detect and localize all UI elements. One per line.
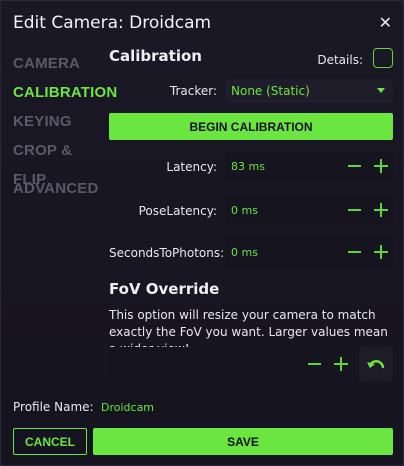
undo-icon <box>367 360 385 369</box>
nav-item-advanced[interactable]: ADVANCED <box>13 174 103 203</box>
plus-icon[interactable] <box>334 357 348 371</box>
dialog-title: Edit Camera: Droidcam <box>13 13 212 33</box>
fov-stepper <box>308 352 348 376</box>
profile-name-value: Droidcam <box>101 401 155 414</box>
pose-latency-label: PoseLatency: <box>138 204 217 218</box>
latency-value: 83 ms <box>231 160 265 173</box>
latency-label: Latency: <box>166 160 217 174</box>
pose-latency-field[interactable]: 0 ms <box>225 195 393 225</box>
profile-name-input[interactable]: Droidcam <box>93 392 393 422</box>
details-label: Details: <box>317 53 363 67</box>
seconds-to-photons-field[interactable]: 0 ms <box>225 237 393 267</box>
seconds-to-photons-stepper <box>348 240 388 264</box>
tracker-label: Tracker: <box>169 84 217 98</box>
plus-icon[interactable] <box>374 159 388 173</box>
seconds-to-photons-label: SecondsToPhotons: <box>109 246 225 260</box>
close-icon[interactable]: ✕ <box>379 13 392 32</box>
reset-fov-button[interactable] <box>359 347 393 381</box>
begin-calibration-button[interactable]: BEGIN CALIBRATION <box>109 113 393 140</box>
latency-field[interactable]: 83 ms <box>225 151 393 181</box>
tracker-value: None (Static) <box>231 84 310 98</box>
sidebar-nav: CAMERA CALIBRATION KEYING CROP & FLIP AD… <box>13 49 117 203</box>
tracker-select[interactable]: None (Static) <box>225 79 393 103</box>
seconds-to-photons-value: 0 ms <box>231 246 258 259</box>
fov-override-title: FoV Override <box>109 280 220 298</box>
nav-item-calibration[interactable]: CALIBRATION <box>13 78 117 107</box>
nav-item-camera[interactable]: CAMERA <box>13 49 103 78</box>
nav-item-crop-flip[interactable]: CROP & FLIP <box>13 136 103 188</box>
nav-item-keying[interactable]: KEYING <box>13 107 103 136</box>
save-button[interactable]: SAVE <box>93 428 393 455</box>
calibration-header: Calibration Details: <box>109 47 393 71</box>
edit-camera-dialog: Edit Camera: Droidcam ✕ CAMERA CALIBRATI… <box>0 0 404 466</box>
fov-input[interactable] <box>109 347 353 381</box>
latency-stepper <box>348 154 388 178</box>
plus-icon[interactable] <box>374 203 388 217</box>
title-bar: Edit Camera: Droidcam ✕ <box>1 1 403 45</box>
minus-icon[interactable] <box>348 251 361 253</box>
pose-latency-value: 0 ms <box>231 204 258 217</box>
plus-icon[interactable] <box>374 245 388 259</box>
minus-icon[interactable] <box>308 363 321 365</box>
pose-latency-stepper <box>348 198 388 222</box>
profile-name-label: Profile Name: <box>13 400 94 414</box>
cancel-button[interactable]: CANCEL <box>13 428 87 455</box>
minus-icon[interactable] <box>348 209 361 211</box>
details-checkbox[interactable] <box>373 48 393 68</box>
caret-down-icon <box>377 88 385 93</box>
minus-icon[interactable] <box>348 165 361 167</box>
